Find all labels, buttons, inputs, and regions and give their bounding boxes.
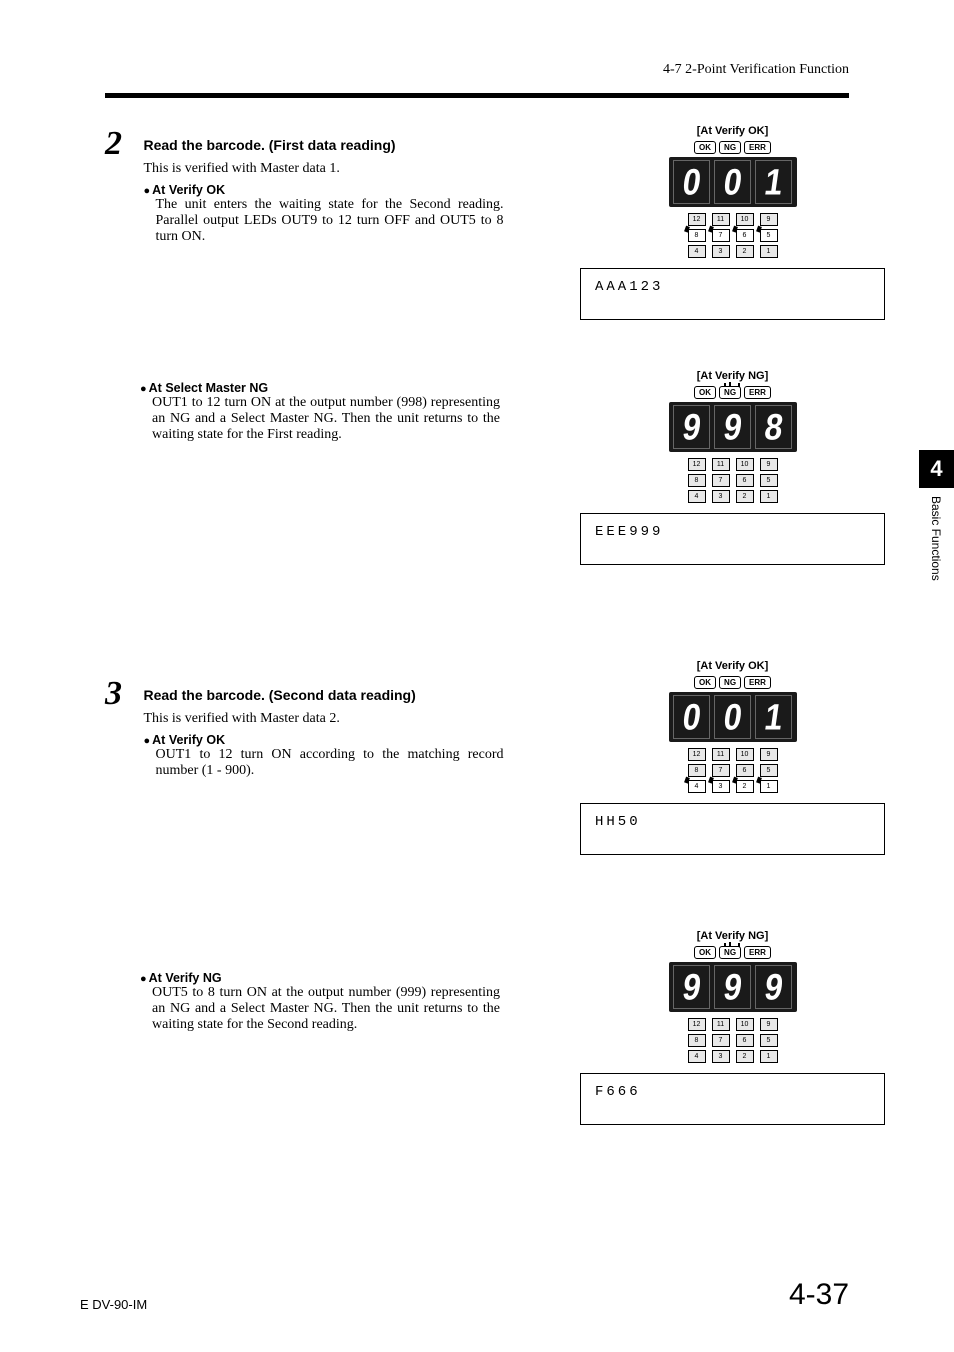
status-ng: NG [719,676,741,689]
chapter-label: Basic Functions [929,496,943,581]
step-number: 3 [105,675,140,713]
output-value: AAA123 [580,268,885,320]
side-tab: 4 Basic Functions [919,450,954,581]
status-ng: NG [719,946,741,959]
segment-display: 9 9 9 [669,962,797,1012]
sub-heading: At Verify NG [140,971,500,985]
step-number: 2 [105,125,140,163]
device-display: OK NG ERR 9 9 8 1211109 8765 4321 [663,386,803,503]
chapter-number: 4 [919,450,954,488]
segment-display: 0 0 1 [669,692,797,742]
device-display: OK NG ERR 0 0 1 1211109 8765 4321 [663,676,803,793]
status-ok: OK [694,676,716,689]
display-caption: [At Verify OK] [580,125,885,137]
sub-heading: At Verify OK [144,183,504,197]
output-value: EEE999 [580,513,885,565]
header-section: 4-7 2-Point Verification Function [663,62,849,78]
sub-heading: At Select Master NG [140,381,500,395]
led-grid: 1211109 8765 4321 [683,1018,783,1063]
segment-display: 0 0 1 [669,157,797,207]
page-number: 4-37 [789,1278,849,1312]
output-value: HH50 [580,803,885,855]
status-err: ERR [744,141,771,154]
status-ng: NG [719,141,741,154]
display-caption: [At Verify OK] [580,660,885,672]
output-value: F666 [580,1073,885,1125]
status-ng: NG [719,386,741,399]
display-caption: [At Verify NG] [580,930,885,942]
device-display: OK NG ERR 9 9 9 1211109 8765 4321 [663,946,803,1063]
status-err: ERR [744,676,771,689]
status-ok: OK [694,946,716,959]
sub-body: OUT1 to 12 turn ON according to the matc… [156,747,504,779]
status-ok: OK [694,141,716,154]
header-rule [105,93,849,98]
segment-display: 9 9 8 [669,402,797,452]
display-caption: [At Verify NG] [580,370,885,382]
step-title: Read the barcode. (Second data reading) [144,687,504,703]
status-err: ERR [744,386,771,399]
sub-heading: At Verify OK [144,733,504,747]
status-ok: OK [694,386,716,399]
device-display: OK NG ERR 0 0 1 1211109 8765 4321 [663,141,803,258]
status-err: ERR [744,946,771,959]
led-grid: 1211109 8765 4321 [683,458,783,503]
led-grid: 1211109 8765 4321 [683,213,783,258]
step-title: Read the barcode. (First data reading) [144,137,504,153]
doc-id: E DV-90-IM [80,1297,147,1312]
step-intro: This is verified with Master data 1. [144,161,504,177]
step-intro: This is verified with Master data 2. [144,711,504,727]
led-grid: 1211109 8765 4321 [683,748,783,793]
sub-body: OUT1 to 12 turn ON at the output number … [152,395,500,443]
sub-body: OUT5 to 8 turn ON at the output number (… [152,985,500,1033]
sub-body: The unit enters the waiting state for th… [156,197,504,245]
